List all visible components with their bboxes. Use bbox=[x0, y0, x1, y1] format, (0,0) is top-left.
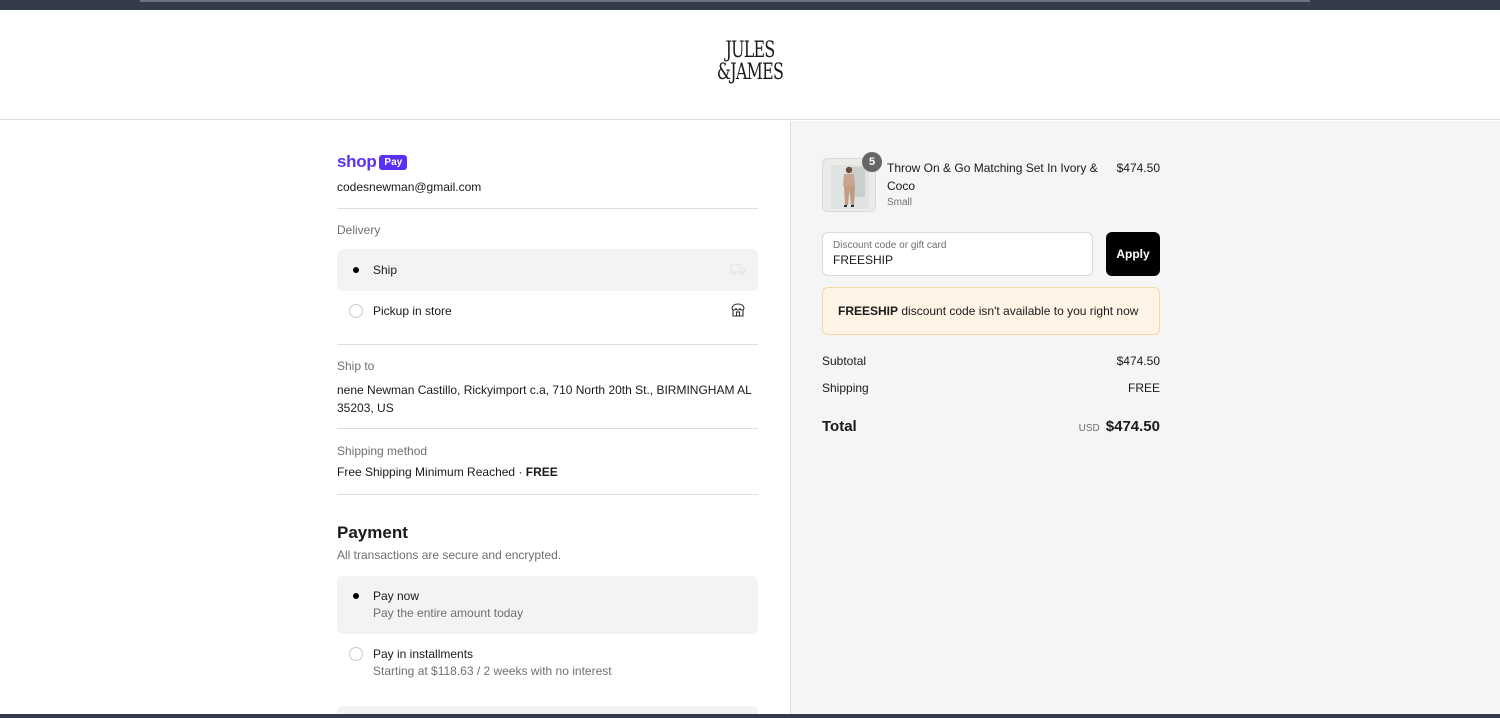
ship-to-address: nene Newman Castillo, Rickyimport c.a, 7… bbox=[337, 383, 752, 415]
discount-field-label: Discount code or gift card bbox=[833, 240, 947, 251]
shipping-row: Shipping FREE bbox=[822, 381, 1160, 395]
installments-description: Starting at $118.63 / 2 weeks with no in… bbox=[373, 664, 612, 678]
installments-title: Pay in installments bbox=[373, 647, 474, 661]
store-icon bbox=[731, 303, 745, 317]
shipping-label: Shipping bbox=[822, 381, 869, 395]
item-quantity-badge: 5 bbox=[862, 152, 882, 172]
browser-top-bar bbox=[0, 0, 1500, 10]
ship-radio[interactable] bbox=[349, 263, 363, 277]
shipping-method-price: FREE bbox=[525, 465, 558, 479]
total-label: Total bbox=[822, 418, 857, 435]
subtotal-label: Subtotal bbox=[822, 354, 867, 368]
pay-now-title: Pay now bbox=[373, 589, 420, 603]
pay-now-text: Pay now Pay the entire amount today bbox=[373, 588, 523, 622]
shop-pay-word: shop bbox=[337, 152, 377, 171]
shipping-value: FREE bbox=[1127, 381, 1160, 395]
installments-text: Pay in installments Starting at $118.63 … bbox=[373, 646, 612, 680]
delivery-option-pickup[interactable]: Pickup in store bbox=[337, 290, 758, 332]
shipping-method-value: Free Shipping Minimum Reached · FREE bbox=[337, 465, 558, 479]
subtotal-value: $474.50 bbox=[1116, 354, 1160, 368]
checkout-header: JULES &JAMES bbox=[0, 10, 1500, 120]
pickup-radio[interactable] bbox=[349, 304, 363, 318]
item-price: $474.50 bbox=[1116, 161, 1160, 175]
brand-logo[interactable]: JULES &JAMES bbox=[700, 40, 800, 84]
notice-code: FREESHIP bbox=[838, 304, 899, 318]
logo-line-2: &JAMES bbox=[716, 60, 784, 85]
contact-email: codesnewman@gmail.com bbox=[337, 180, 482, 194]
installments-radio[interactable] bbox=[349, 647, 363, 661]
divider bbox=[337, 494, 758, 495]
shop-pay-badge: Pay bbox=[379, 154, 408, 170]
discount-code-field[interactable]: Discount code or gift card FREESHIP bbox=[822, 232, 1093, 276]
payment-option-pay-now[interactable]: Pay now Pay the entire amount today bbox=[337, 576, 758, 634]
pay-now-description: Pay the entire amount today bbox=[373, 606, 524, 620]
total-currency: USD bbox=[1078, 423, 1100, 434]
payment-subtitle: All transactions are secure and encrypte… bbox=[337, 548, 562, 562]
logo-line-1: JULES bbox=[725, 38, 775, 63]
browser-top-bar-highlight bbox=[140, 0, 1310, 2]
notice-text: discount code isn't available to you rig… bbox=[898, 304, 1139, 318]
shop-pay-logo: shop Pay bbox=[337, 152, 408, 172]
delivery-option-ship[interactable]: Ship bbox=[337, 249, 758, 291]
truck-icon bbox=[730, 264, 746, 275]
discount-field-value[interactable]: FREESHIP bbox=[833, 253, 1082, 267]
subtotal-row: Subtotal $474.50 bbox=[822, 354, 1160, 368]
apply-discount-button[interactable]: Apply bbox=[1106, 232, 1160, 276]
pay-now-radio[interactable] bbox=[349, 589, 363, 603]
shipping-method-name: Free Shipping Minimum Reached bbox=[337, 465, 516, 479]
ship-to-label: Ship to bbox=[337, 359, 375, 373]
item-variant: Small bbox=[887, 197, 913, 208]
payment-title: Payment bbox=[337, 523, 408, 542]
payment-option-installments[interactable]: Pay in installments Starting at $118.63 … bbox=[337, 634, 758, 692]
browser-bottom-bar bbox=[0, 714, 1500, 718]
ship-option-label: Ship bbox=[373, 263, 398, 277]
shipping-method-label: Shipping method bbox=[337, 444, 428, 458]
divider bbox=[337, 344, 758, 345]
discount-error-notice: FREESHIP discount code isn't available t… bbox=[822, 287, 1160, 335]
item-name: Throw On & Go Matching Set In Ivory & Co… bbox=[887, 161, 1098, 193]
divider bbox=[337, 208, 758, 209]
pickup-option-label: Pickup in store bbox=[373, 304, 452, 318]
divider bbox=[337, 428, 758, 429]
total-row: Total USD $474.50 bbox=[822, 418, 1160, 435]
total-amount: USD $474.50 bbox=[1079, 418, 1160, 435]
total-value: $474.50 bbox=[1105, 418, 1160, 435]
delivery-label: Delivery bbox=[337, 223, 381, 237]
shipping-method-separator: · bbox=[515, 465, 526, 479]
